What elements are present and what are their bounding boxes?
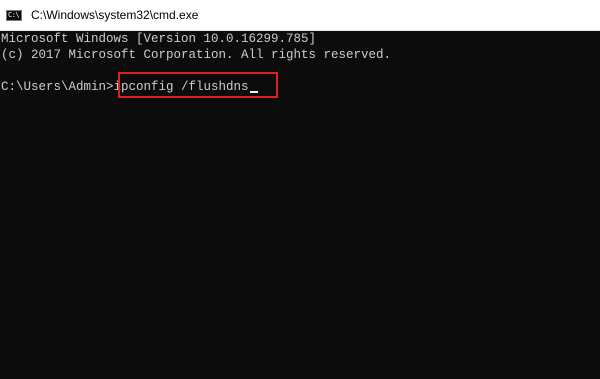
cmd-window: C:\ C:\Windows\system32\cmd.exe Microsof… [0, 0, 600, 379]
window-title: C:\Windows\system32\cmd.exe [31, 8, 199, 22]
command-highlight-box [118, 72, 278, 98]
copyright-line: (c) 2017 Microsoft Corporation. All righ… [1, 48, 392, 62]
title-bar[interactable]: C:\ C:\Windows\system32\cmd.exe [0, 0, 600, 31]
prompt: C:\Users\Admin> [1, 80, 114, 94]
cmd-icon-glyph: C:\ [8, 11, 20, 19]
console-area[interactable]: Microsoft Windows [Version 10.0.16299.78… [0, 31, 600, 379]
cmd-icon: C:\ [6, 10, 22, 21]
version-line: Microsoft Windows [Version 10.0.16299.78… [1, 32, 317, 46]
